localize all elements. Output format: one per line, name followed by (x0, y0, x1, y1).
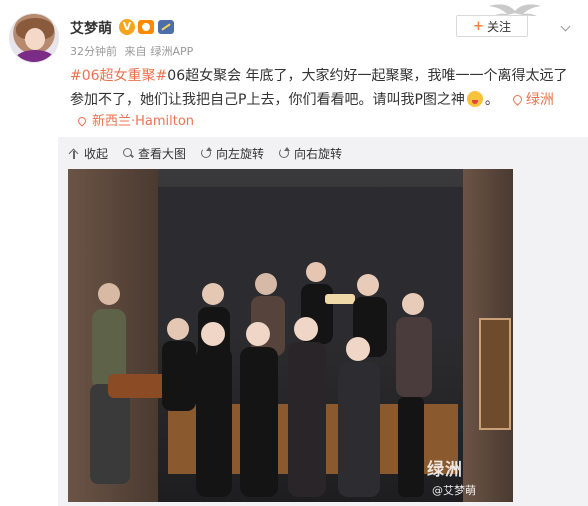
vip-badge-icon[interactable]: V (119, 19, 135, 35)
source-prefix: 来自 (124, 45, 147, 58)
chevron-down-icon[interactable] (561, 26, 571, 32)
rotate-right-button[interactable]: 向右旋转 (278, 145, 342, 161)
collapse-button[interactable]: 收起 (68, 145, 108, 161)
post-text-end: 。 (484, 92, 499, 108)
member-badge-icon[interactable] (158, 20, 174, 34)
rotate-left-icon (200, 147, 213, 159)
watermark-user: @艾梦萌 (432, 484, 476, 497)
image-toolbar: 收起 查看大图 向左旋转 向右旋转 (68, 145, 356, 161)
post-photo[interactable] (68, 169, 513, 502)
username[interactable]: 艾梦萌 (70, 18, 112, 38)
post-time[interactable]: 32分钟前 (70, 45, 117, 58)
avatar-shirt (15, 50, 55, 62)
post-text: #06超女重聚#06超女聚会 年底了，大家约好一起聚聚，我唯一一个离得太远了参加… (70, 64, 580, 112)
hashtag-link[interactable]: #06超女重聚# (70, 68, 167, 84)
tongue-emoji-icon (466, 91, 483, 107)
post-source[interactable]: 绿洲APP (151, 45, 194, 58)
avatar-face (25, 28, 45, 50)
rotate-left-label: 向左旋转 (216, 146, 265, 161)
follow-button[interactable]: + 关注 (456, 15, 528, 37)
collapse-label: 收起 (84, 146, 109, 161)
view-large-button[interactable]: 查看大图 (122, 145, 186, 161)
watermark-logo: 绿洲 (427, 460, 463, 480)
zoom-icon (122, 147, 134, 159)
rotate-right-icon (278, 147, 291, 159)
location-label: 新西兰·Hamilton (92, 114, 195, 129)
rotate-right-label: 向右旋转 (294, 146, 343, 161)
location-pin-icon (76, 115, 88, 127)
avatar[interactable] (9, 13, 59, 63)
source-link-label: 绿洲 (525, 92, 554, 108)
rotate-left-button[interactable]: 向左旋转 (200, 145, 264, 161)
view-large-label: 查看大图 (138, 146, 187, 161)
collapse-icon (68, 147, 80, 159)
follow-label: 关注 (486, 19, 511, 34)
post-meta: 32分钟前 来自 绿洲APP (70, 43, 197, 59)
source-link[interactable]: 绿洲 (511, 92, 554, 108)
location-link[interactable]: 新西兰·Hamilton (76, 110, 195, 129)
source-pin-icon (511, 93, 524, 106)
plus-icon: + (473, 18, 484, 34)
level-badge-icon[interactable] (138, 20, 154, 34)
